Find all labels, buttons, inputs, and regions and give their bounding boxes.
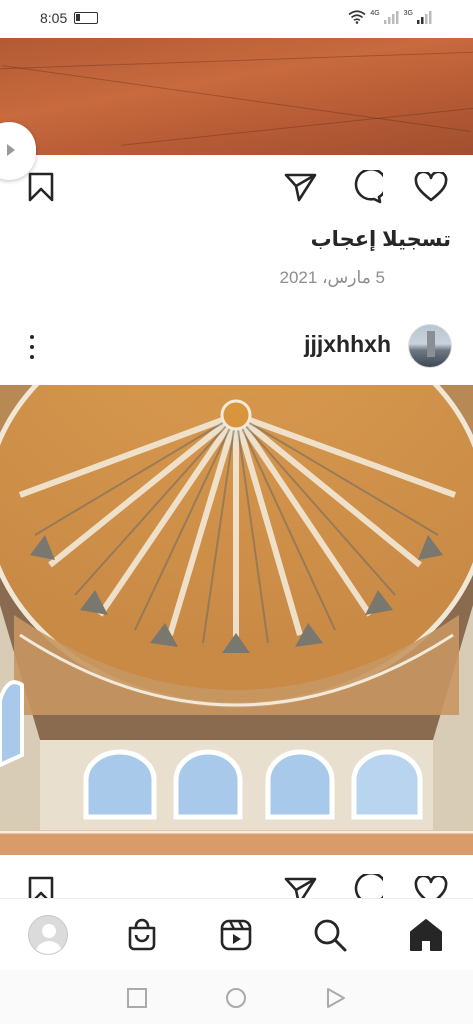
signal-icon bbox=[417, 11, 432, 24]
post-username[interactable]: jjjxhhxh bbox=[304, 331, 391, 358]
previous-post-image[interactable] bbox=[0, 38, 473, 155]
more-vertical-icon[interactable] bbox=[22, 333, 42, 361]
battery-icon bbox=[74, 12, 98, 24]
bottom-navigation bbox=[0, 898, 473, 970]
home-icon[interactable] bbox=[404, 913, 448, 957]
reels-icon[interactable] bbox=[214, 913, 258, 957]
back-triangle-icon[interactable] bbox=[325, 987, 347, 1009]
avatar[interactable] bbox=[408, 324, 452, 368]
recent-apps-icon[interactable] bbox=[126, 987, 148, 1009]
home-circle-icon[interactable] bbox=[225, 987, 247, 1009]
bookmark-icon[interactable] bbox=[24, 170, 58, 204]
post-date: 5 مارس، 2021 bbox=[279, 268, 385, 287]
heart-icon[interactable] bbox=[414, 170, 448, 204]
status-time: 8:05 bbox=[40, 10, 68, 26]
comment-icon[interactable] bbox=[349, 170, 383, 204]
system-navigation-bar bbox=[0, 970, 473, 1024]
post-actions bbox=[0, 170, 473, 210]
signal-icon bbox=[383, 11, 399, 24]
likes-count[interactable]: تسجيلا إعجاب bbox=[311, 227, 451, 252]
profile-avatar-icon[interactable] bbox=[26, 913, 70, 957]
search-icon[interactable] bbox=[308, 913, 352, 957]
status-indicators: 4G 3G bbox=[348, 10, 433, 24]
status-bar: 8:05 4G 3G bbox=[0, 0, 473, 36]
shop-bag-icon[interactable] bbox=[120, 913, 164, 957]
play-arrow-icon bbox=[7, 144, 15, 156]
post-image[interactable] bbox=[0, 385, 473, 855]
wifi-icon bbox=[348, 10, 366, 24]
network-label-2: 3G bbox=[403, 9, 413, 17]
network-label-1: 4G bbox=[370, 9, 380, 17]
send-icon[interactable] bbox=[284, 170, 318, 204]
